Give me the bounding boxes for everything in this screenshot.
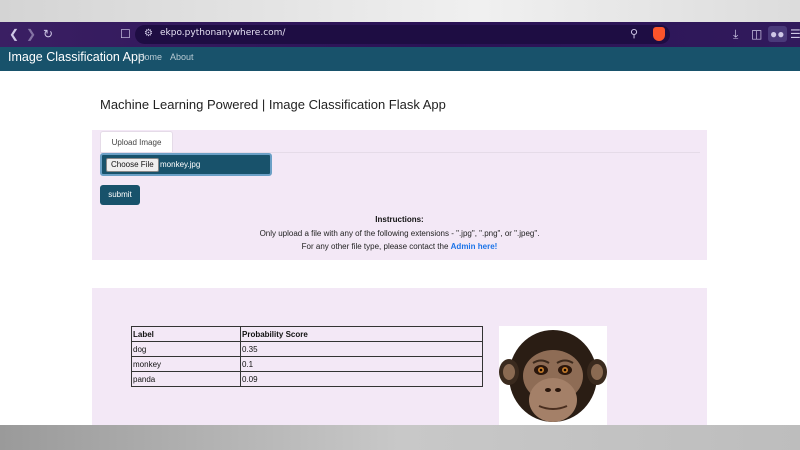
instructions-contact-text: For any other file type, please contact … xyxy=(301,242,449,251)
selected-file-name: monkey.jpg xyxy=(160,160,201,169)
instructions-title: Instructions: xyxy=(375,215,424,224)
page-title: Machine Learning Powered | Image Classif… xyxy=(100,97,446,112)
forward-icon[interactable]: ❯ xyxy=(26,26,36,42)
screen-background-top xyxy=(0,0,800,22)
instructions-line-2: For any other file type, please contact … xyxy=(92,242,707,251)
table-header-row: Label Probability Score xyxy=(131,326,483,342)
nav-link-home[interactable]: Home xyxy=(138,52,162,62)
cell-score: 0.09 xyxy=(240,371,483,387)
cell-label: dog xyxy=(131,341,241,357)
cell-score: 0.35 xyxy=(240,341,483,357)
download-icon[interactable]: ⤓ xyxy=(733,26,738,42)
sidebar-icon[interactable]: ◫ xyxy=(751,26,762,42)
back-icon[interactable]: ❮ xyxy=(9,26,19,42)
browser-toolbar: ❮ ❯ ↻ ☐ ⚙ ekpo.pythonanywhere.com/ ⚲ ⤓ ◫… xyxy=(0,22,800,47)
column-header-label: Label xyxy=(131,326,241,342)
nav-link-about[interactable]: About xyxy=(170,52,194,62)
site-settings-icon[interactable]: ⚙ xyxy=(144,26,153,42)
page-content: Machine Learning Powered | Image Classif… xyxy=(0,71,800,425)
table-row: monkey 0.1 xyxy=(131,356,483,372)
chimpanzee-image xyxy=(499,330,607,422)
glasses-icon[interactable]: ●● xyxy=(768,26,787,42)
instructions-line-1: Only upload a file with any of the follo… xyxy=(259,229,540,238)
column-header-probability: Probability Score xyxy=(240,326,483,342)
results-panel: Label Probability Score dog 0.35 monkey … xyxy=(92,288,707,425)
file-input[interactable]: Choose File monkey.jpg xyxy=(100,153,272,176)
navbar-brand[interactable]: Image Classification App xyxy=(8,50,145,64)
table-row: dog 0.35 xyxy=(131,341,483,357)
screen-background-bottom xyxy=(0,425,800,450)
admin-link[interactable]: Admin here! xyxy=(451,242,498,251)
submit-button[interactable]: submit xyxy=(100,185,140,205)
menu-icon[interactable]: ☰ xyxy=(790,26,800,42)
uploaded-image-preview xyxy=(499,326,607,425)
table-row: panda 0.09 xyxy=(131,371,483,387)
results-table: Label Probability Score dog 0.35 monkey … xyxy=(131,326,483,387)
cell-score: 0.1 xyxy=(240,356,483,372)
upload-panel: Upload Image Choose File monkey.jpg subm… xyxy=(92,130,707,260)
bookmark-icon[interactable]: ☐ xyxy=(120,26,131,42)
site-navbar: Image Classification App Home About xyxy=(0,47,800,71)
cell-label: panda xyxy=(131,371,241,387)
cell-label: monkey xyxy=(131,356,241,372)
reload-icon[interactable]: ↻ xyxy=(43,26,53,42)
brave-shield-icon[interactable] xyxy=(653,27,665,41)
tab-upload-image[interactable]: Upload Image xyxy=(100,131,173,153)
url-text: ekpo.pythonanywhere.com/ xyxy=(160,28,286,38)
choose-file-button[interactable]: Choose File xyxy=(106,158,159,172)
zoom-icon[interactable]: ⚲ xyxy=(630,26,638,42)
